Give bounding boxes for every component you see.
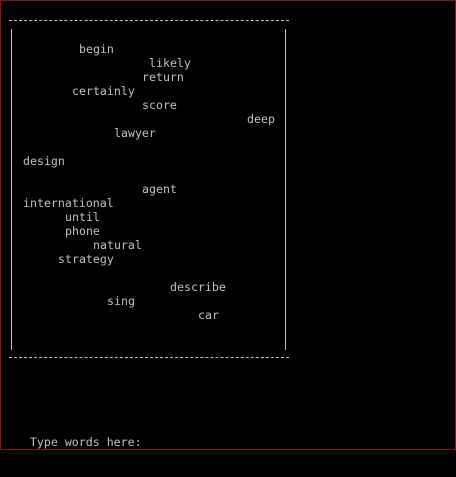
falling-word: begin	[79, 42, 114, 56]
falling-word: certainly	[72, 84, 135, 98]
terminal-console[interactable]: begin likely return certainly score deep…	[0, 0, 456, 450]
falling-word: describe	[170, 280, 226, 294]
falling-word: agent	[142, 182, 177, 196]
input-prompt-label: Type words here:	[29, 435, 142, 449]
board-bottom-border	[9, 357, 289, 358]
falling-word: sing	[107, 294, 135, 308]
input-prompt-line: Type words here:	[2, 421, 230, 477]
falling-word: score	[142, 98, 177, 112]
falling-word: likely	[149, 56, 191, 70]
word-game-board: begin likely return certainly score deep…	[0, 0, 300, 370]
falling-word: lawyer	[114, 126, 156, 140]
board-top-border	[9, 20, 289, 21]
falling-word: return	[142, 70, 184, 84]
board-left-border	[11, 29, 12, 350]
falling-word: design	[23, 154, 65, 168]
falling-word: natural	[93, 238, 142, 252]
falling-word: until	[65, 210, 100, 224]
falling-word: car	[198, 308, 219, 322]
falling-word: deep	[247, 112, 275, 126]
board-right-border	[285, 29, 286, 350]
falling-word: phone	[65, 224, 100, 238]
falling-word: international	[23, 196, 114, 210]
falling-word: strategy	[58, 252, 114, 266]
